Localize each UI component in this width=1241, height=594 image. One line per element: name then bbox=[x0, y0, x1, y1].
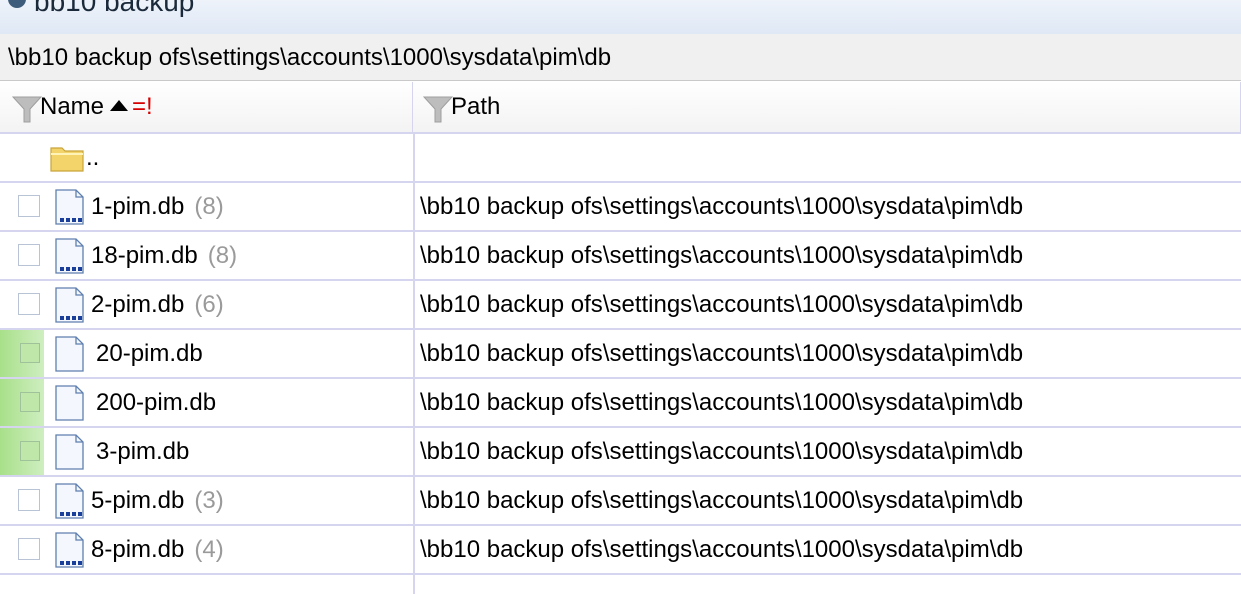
name-cell[interactable]: 8-pim.db (4) bbox=[0, 526, 413, 573]
table-row[interactable]: 2-pim.db (6) \bb10 backup ofs\settings\acc… bbox=[0, 281, 1241, 330]
path-cell[interactable]: \bb10 backup ofs\settings\accounts\1000\… bbox=[420, 428, 1023, 475]
window-title-bar: bb10 backup bbox=[0, 0, 1241, 34]
row-checkbox[interactable] bbox=[18, 293, 40, 315]
child-count: (6) bbox=[194, 291, 224, 318]
path-cell[interactable]: \bb10 backup ofs\settings\accounts\1000\… bbox=[420, 232, 1023, 279]
file-name: 1-pim.db (8) bbox=[91, 183, 224, 230]
sort-flag: =! bbox=[132, 93, 153, 120]
path-cell[interactable]: \bb10 backup ofs\settings\accounts\1000\… bbox=[420, 281, 1023, 328]
status-marker[interactable] bbox=[0, 379, 44, 426]
table-row[interactable]: 5-pim.db (3) \bb10 backup ofs\settings\acc… bbox=[0, 477, 1241, 526]
file-name: 5-pim.db (3) bbox=[91, 477, 224, 524]
child-count: (8) bbox=[207, 242, 238, 269]
file-with-streams-icon bbox=[55, 287, 84, 323]
table-row[interactable]: 3-pim.db \bb10 backup ofs\settings\accoun… bbox=[0, 428, 1241, 477]
row-checkbox[interactable] bbox=[18, 538, 40, 560]
child-count: (4) bbox=[194, 536, 224, 563]
file-name-text: 3-pim.db bbox=[96, 438, 190, 465]
name-cell[interactable]: 20-pim.db bbox=[0, 330, 413, 377]
file-with-streams-icon bbox=[55, 483, 84, 519]
name-cell[interactable]: 5-pim.db (3) bbox=[0, 477, 413, 524]
column-header-path[interactable]: Path bbox=[413, 82, 1241, 134]
status-marker[interactable] bbox=[0, 428, 44, 475]
path-bar[interactable]: \bb10 backup ofs\settings\accounts\1000\… bbox=[0, 34, 1241, 81]
column-header-name[interactable]: Name =! bbox=[0, 82, 413, 134]
name-cell[interactable]: 18-pim.db (8) bbox=[0, 232, 413, 279]
parent-folder-row[interactable]: .. bbox=[0, 134, 1241, 183]
app-icon bbox=[8, 0, 26, 8]
column-header-path-label: Path bbox=[451, 93, 501, 120]
file-name-text: 2-pim.db bbox=[91, 291, 185, 318]
file-name-text: 18-pim.db bbox=[91, 242, 198, 269]
path-cell[interactable]: \bb10 backup ofs\settings\accounts\1000\… bbox=[420, 526, 1023, 573]
file-name: 3-pim.db bbox=[96, 428, 189, 475]
filter-icon[interactable] bbox=[423, 94, 453, 124]
file-icon bbox=[55, 336, 84, 372]
name-cell[interactable]: 3-pim.db bbox=[0, 428, 413, 475]
file-name-text: 8-pim.db bbox=[91, 536, 185, 563]
sort-ascending-icon bbox=[110, 100, 129, 111]
file-icon bbox=[55, 385, 84, 421]
parent-folder-label: .. bbox=[86, 144, 100, 171]
file-name: 2-pim.db (6) bbox=[91, 281, 224, 328]
status-marker[interactable] bbox=[0, 330, 44, 377]
child-count: (8) bbox=[194, 193, 224, 220]
table-row[interactable]: 1-pim.db (8) \bb10 backup ofs\settings\acc… bbox=[0, 183, 1241, 232]
column-header-name-label: Name bbox=[40, 93, 105, 120]
folder-icon bbox=[50, 147, 84, 172]
path-cell[interactable]: \bb10 backup ofs\settings\accounts\1000\… bbox=[420, 330, 1023, 377]
name-cell[interactable]: 200-pim.db bbox=[0, 379, 413, 426]
file-with-streams-icon bbox=[55, 238, 84, 274]
row-checkbox[interactable] bbox=[18, 244, 40, 266]
name-cell[interactable]: 2-pim.db (6) bbox=[0, 281, 413, 328]
path-cell[interactable]: \bb10 backup ofs\settings\accounts\1000\… bbox=[420, 183, 1023, 230]
file-icon bbox=[55, 434, 84, 470]
table-row[interactable]: 200-pim.db \bb10 backup ofs\settings\acco… bbox=[0, 379, 1241, 428]
table-row[interactable]: 20-pim.db \bb10 backup ofs\settings\accou… bbox=[0, 330, 1241, 379]
name-cell[interactable]: 1-pim.db (8) bbox=[0, 183, 413, 230]
table-row[interactable]: 18-pim.db (8) \bb10 backup ofs\settings\ac… bbox=[0, 232, 1241, 281]
file-name: 8-pim.db (4) bbox=[91, 526, 224, 573]
file-name-text: 1-pim.db bbox=[91, 193, 185, 220]
path-cell[interactable]: \bb10 backup ofs\settings\accounts\1000\… bbox=[420, 379, 1023, 426]
child-count: (3) bbox=[194, 487, 224, 514]
file-name-text: 20-pim.db bbox=[96, 340, 203, 367]
row-checkbox[interactable] bbox=[18, 489, 40, 511]
file-with-streams-icon bbox=[55, 532, 84, 568]
filter-icon[interactable] bbox=[12, 94, 42, 124]
row-checkbox[interactable] bbox=[18, 195, 40, 217]
window-title: bb10 backup bbox=[34, 0, 195, 17]
file-with-streams-icon bbox=[55, 189, 84, 225]
file-name: 18-pim.db (8) bbox=[91, 232, 237, 279]
file-name-text: 5-pim.db bbox=[91, 487, 185, 514]
file-name: 20-pim.db bbox=[96, 330, 203, 377]
table-row[interactable]: 8-pim.db (4) \bb10 backup ofs\settings\acc… bbox=[0, 526, 1241, 575]
file-name: 200-pim.db bbox=[96, 379, 216, 426]
path-cell[interactable]: \bb10 backup ofs\settings\accounts\1000\… bbox=[420, 477, 1023, 524]
file-name-text: 200-pim.db bbox=[96, 389, 217, 416]
